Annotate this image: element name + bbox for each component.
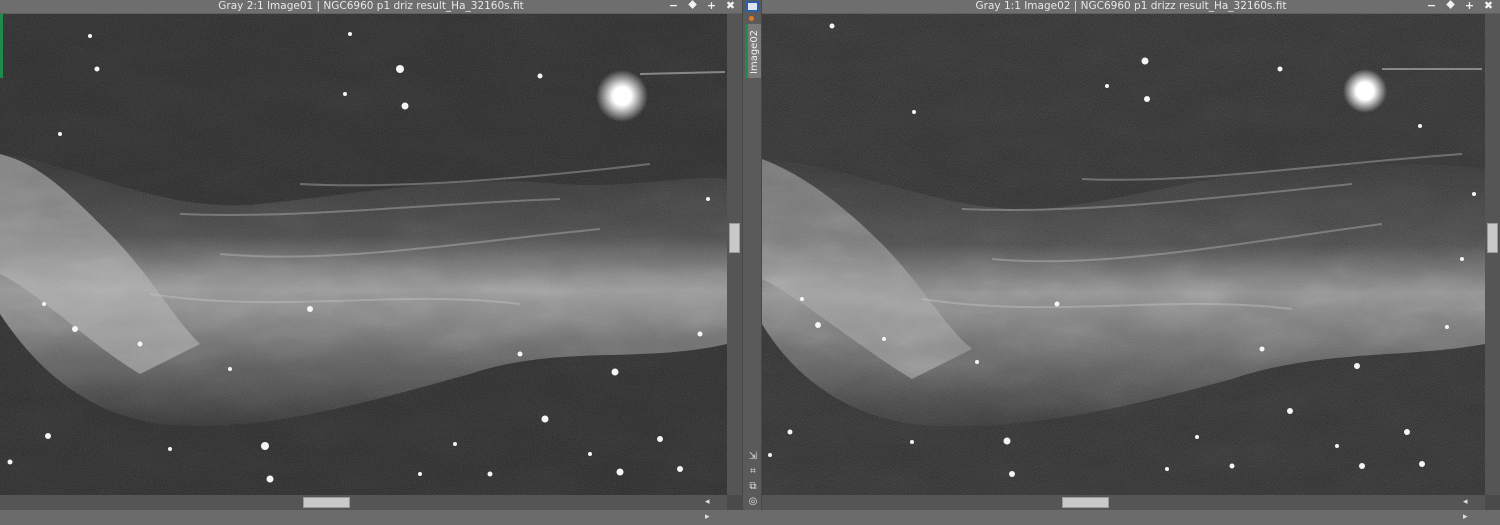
horizontal-scrollbar[interactable]: ◂ ▸ [762,495,1485,522]
shade-icon[interactable]: ⯁ [683,0,702,13]
scroll-corner [1485,495,1500,510]
image-view[interactable] [0,14,727,495]
window-icon[interactable] [746,1,759,12]
target-icon[interactable]: ◎ [745,494,761,509]
active-indicator [0,14,3,78]
shade-icon[interactable]: ⯁ [1441,0,1460,13]
tab-image02[interactable]: Image02 [745,24,761,78]
scroll-arrows[interactable]: ◂ ▸ [705,495,727,522]
fit-view-icon[interactable]: ⇲ [745,449,761,464]
clone-icon[interactable]: ⧉ [745,479,761,494]
maximize-icon[interactable]: + [702,0,721,13]
close-icon[interactable]: ✖ [721,0,740,13]
status-dot [749,16,754,21]
scroll-corner [727,495,742,510]
horizontal-scrollbar[interactable]: ◂ ▸ [0,495,727,522]
horizontal-scroll-thumb[interactable] [1062,497,1109,508]
minimize-icon[interactable]: − [664,0,683,13]
vertical-scroll-thumb[interactable] [729,223,740,253]
window-title: Gray 2:1 Image01 | NGC6960 p1 driz resul… [218,0,524,12]
nebula-image-1-1 [762,14,1485,495]
window-title-bar[interactable]: Gray 2:1 Image01 | NGC6960 p1 driz resul… [0,0,742,13]
tab-label: Image02 [749,29,760,74]
zoom-icon[interactable]: ⌗ [745,464,761,479]
vertical-scrollbar[interactable] [1485,14,1500,495]
image-window-2[interactable]: Gray 1:1 Image02 | NGC6960 p1 drizz resu… [762,0,1500,522]
window-title-bar[interactable]: Gray 1:1 Image02 | NGC6960 p1 drizz resu… [762,0,1500,13]
image-window-1[interactable]: Gray 2:1 Image01 | NGC6960 p1 driz resul… [0,0,742,522]
icon-sidebar: Image02 ⇲ ⌗ ⧉ ◎ [742,0,762,510]
scroll-arrows[interactable]: ◂ ▸ [1463,495,1485,522]
minimize-icon[interactable]: − [1422,0,1441,13]
window-title: Gray 1:1 Image02 | NGC6960 p1 drizz resu… [975,0,1287,12]
image-view[interactable] [762,14,1485,495]
vertical-scroll-thumb[interactable] [1487,223,1498,253]
close-icon[interactable]: ✖ [1479,0,1498,13]
nebula-image-2-1 [0,14,727,495]
maximize-icon[interactable]: + [1460,0,1479,13]
horizontal-scroll-thumb[interactable] [303,497,350,508]
vertical-scrollbar[interactable] [727,14,742,495]
